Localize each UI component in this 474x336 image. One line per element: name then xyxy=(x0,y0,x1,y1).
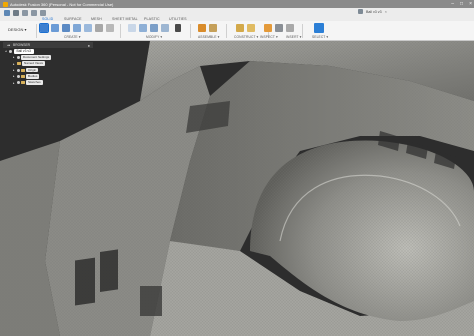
create-menu[interactable]: CREATE ▾ xyxy=(64,35,81,39)
insert-menu[interactable]: INSERT ▾ xyxy=(286,35,301,39)
expand-arrow-icon[interactable]: ▸ xyxy=(13,68,16,72)
visibility-eye-icon[interactable] xyxy=(17,81,20,85)
new-sketch-icon[interactable] xyxy=(39,23,49,33)
fillet-icon[interactable] xyxy=(139,24,147,32)
expand-arrow-icon[interactable]: ◂ xyxy=(5,49,7,53)
extrude-icon[interactable] xyxy=(51,24,59,32)
select-icon[interactable] xyxy=(314,23,324,33)
toolbar-divider xyxy=(120,24,121,38)
redo-icon[interactable] xyxy=(40,10,46,16)
browser-item-label: Sketches xyxy=(26,80,43,85)
toolbar: DESIGN ▾ CREATE ▾ MODIFY ▾ ASSEMBLE ▾ CO… xyxy=(0,21,474,41)
undo-icon[interactable] xyxy=(31,10,37,16)
browser-pin-icon[interactable]: ● xyxy=(88,43,90,48)
press-pull-icon[interactable] xyxy=(128,24,136,32)
browser-item-sketches[interactable]: ▸ Sketches xyxy=(3,79,93,85)
save-icon[interactable] xyxy=(22,10,28,16)
data-panel-icon[interactable] xyxy=(4,10,10,16)
browser-collapse-icon[interactable]: ◂◂ xyxy=(7,43,10,47)
window-title: Autodesk Fusion 360 (Personal - Not for … xyxy=(10,1,114,7)
visibility-eye-icon[interactable] xyxy=(17,68,20,72)
file-menu-icon[interactable] xyxy=(13,10,19,16)
toolbar-divider xyxy=(190,24,191,38)
document-icon xyxy=(358,9,363,14)
window-controls: – □ × xyxy=(451,1,472,7)
folder-icon xyxy=(21,68,25,72)
combine-icon[interactable] xyxy=(161,24,169,32)
shell-icon[interactable] xyxy=(150,24,158,32)
minimize-button[interactable]: – xyxy=(451,1,454,7)
modify-menu[interactable]: MODIFY ▾ xyxy=(146,35,162,39)
browser-item-label: Document Settings xyxy=(21,55,52,60)
browser-item-label: Bodies xyxy=(26,74,40,79)
document-tab-close-icon[interactable]: × xyxy=(385,9,387,14)
close-window-button[interactable]: × xyxy=(469,1,472,7)
gear-icon xyxy=(17,55,20,59)
browser-item-label: Named Views xyxy=(22,61,46,67)
inspect-menu[interactable]: INSPECT ▾ xyxy=(260,35,278,39)
expand-arrow-icon[interactable]: ▸ xyxy=(13,62,16,66)
document-tab[interactable]: Ball v3 v3 × xyxy=(358,9,387,14)
maximize-button[interactable]: □ xyxy=(460,1,463,7)
document-tab-label: Ball v3 v3 xyxy=(366,9,382,14)
expand-arrow-icon[interactable]: ▸ xyxy=(13,81,16,85)
browser-item-label: Origin xyxy=(26,67,39,73)
pattern-icon[interactable] xyxy=(95,24,103,32)
title-bar: Autodesk Fusion 360 (Personal - Not for … xyxy=(0,0,474,8)
toolbar-divider xyxy=(36,24,37,38)
folder-icon xyxy=(21,81,25,85)
joint-icon[interactable] xyxy=(209,24,217,32)
move-icon[interactable] xyxy=(175,24,181,32)
select-menu[interactable]: SELECT ▾ xyxy=(312,35,328,39)
offset-plane-icon[interactable] xyxy=(236,24,244,32)
toolbar-divider xyxy=(302,24,303,38)
insert-derive-icon[interactable] xyxy=(264,24,272,32)
visibility-eye-icon[interactable] xyxy=(17,74,20,78)
new-component-icon[interactable] xyxy=(198,24,206,32)
expand-arrow-icon[interactable]: ▸ xyxy=(13,55,16,59)
folder-icon xyxy=(17,62,21,66)
sweep-icon[interactable] xyxy=(73,24,81,32)
measure-icon[interactable] xyxy=(275,24,283,32)
revolve-icon[interactable] xyxy=(62,24,70,32)
root-component-label[interactable]: Ball v3 v3 xyxy=(13,48,34,54)
workspace-switcher[interactable]: DESIGN ▾ xyxy=(8,27,26,32)
toolbar-divider xyxy=(226,24,227,38)
browser-panel: ◂◂ BROWSER ● ◂ Ball v3 v3 ▸ Document Set… xyxy=(3,42,93,92)
plane-at-angle-icon[interactable] xyxy=(247,24,255,32)
hole-icon[interactable] xyxy=(84,24,92,32)
visibility-eye-icon[interactable] xyxy=(8,49,12,53)
fusion-app-icon xyxy=(3,1,8,7)
construct-menu[interactable]: CONSTRUCT ▾ xyxy=(234,35,258,39)
browser-title: BROWSER xyxy=(13,43,31,47)
assemble-menu[interactable]: ASSEMBLE ▾ xyxy=(198,35,219,39)
folder-icon xyxy=(21,74,25,78)
workspace-label: DESIGN ▾ xyxy=(8,27,27,32)
mirror-icon[interactable] xyxy=(106,24,114,32)
expand-arrow-icon[interactable]: ▸ xyxy=(13,74,16,78)
